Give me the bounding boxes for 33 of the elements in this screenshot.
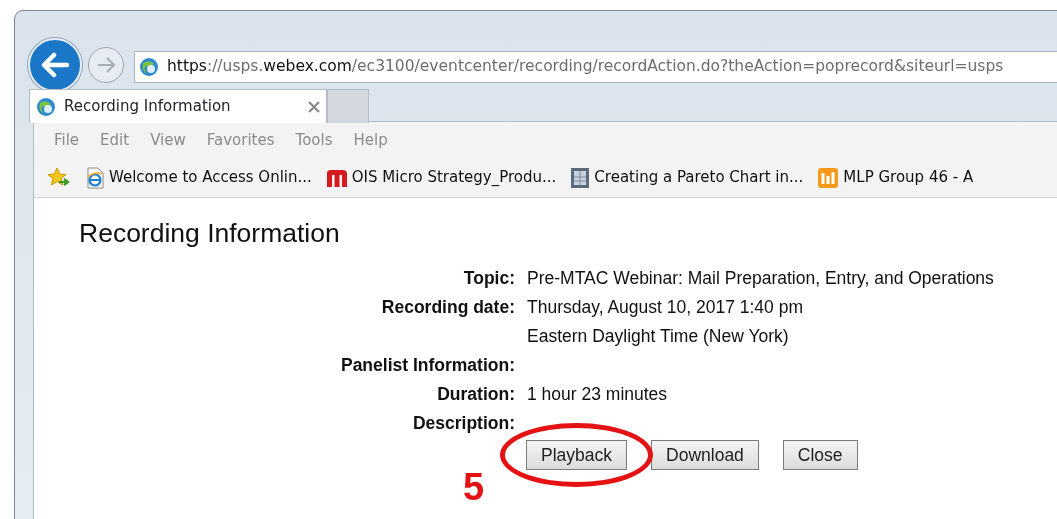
tab-title: Recording Information [64, 96, 231, 118]
download-button[interactable]: Download [651, 439, 759, 470]
address-url: https://usps.webex.com/ec3100/eventcenter/recording/recordAction.do?theAction=poprecord&siteurl=usps [167, 56, 1004, 78]
globe-icon [139, 57, 159, 77]
favorites-link[interactable]: Creating a Pareto Chart in... [570, 166, 804, 189]
page-title: Recording Information [79, 218, 341, 250]
field-label: Description: [411, 411, 515, 435]
field-label: Duration: [436, 382, 515, 406]
field-value: 1 hour 23 minutes [527, 382, 669, 406]
field-label: Recording date: [380, 295, 515, 319]
ie-page-icon [85, 166, 105, 189]
browser-tab[interactable]: Recording Information [29, 89, 327, 123]
field-label: Panelist Information: [339, 353, 515, 377]
close-button[interactable]: Close [782, 439, 858, 470]
forward-arrow-icon [95, 56, 117, 74]
m-logo-icon [325, 167, 348, 188]
globe-icon [36, 96, 56, 117]
field-value: Thursday, August 10, 2017 1:40 pm [527, 295, 804, 319]
favorites-star-icon[interactable] [47, 166, 71, 189]
forward-button[interactable] [88, 47, 124, 83]
annotation-number: 5 [463, 468, 485, 506]
chart-grid-icon [817, 166, 840, 189]
field-label: Topic: [462, 266, 515, 290]
field-value: Eastern Daylight Time (New York) [527, 324, 790, 348]
favorites-link[interactable]: OIS Micro Strategy_Produ... [325, 166, 557, 189]
address-bar[interactable]: https://usps.webex.com/ec3100/eventcenter/recording/recordAction.do?theAction=poprecord&siteurl=usps [134, 51, 1057, 83]
back-button[interactable] [28, 38, 82, 92]
document-icon [570, 166, 591, 189]
favorites-link[interactable]: MLP Group 46 - A [817, 166, 974, 189]
back-arrow-icon [40, 52, 70, 78]
field-value: Pre-MTAC Webinar: Mail Preparation, Entry, and Operations [527, 266, 995, 290]
playback-button[interactable]: Playback [526, 439, 627, 470]
favorites-link[interactable]: Welcome to Access Onlin... [85, 166, 312, 189]
